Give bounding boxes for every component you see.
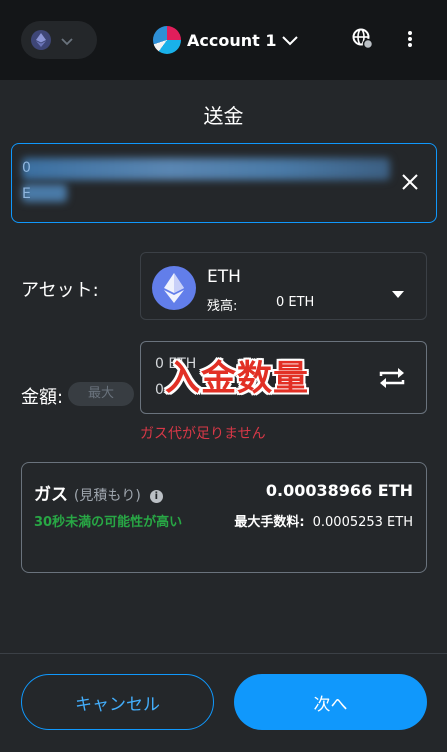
asset-label: アセット: (21, 280, 99, 301)
max-fee-row: 最大手数料: 0.0005253 ETH (234, 511, 413, 530)
annotation-overlay: 入金数量 (165, 359, 310, 399)
kebab-menu-icon[interactable] (405, 28, 415, 54)
amount-input[interactable]: 0 ETH 0 入金数量 (140, 341, 427, 414)
ethereum-icon (152, 266, 196, 310)
balance-value: 0 ETH (276, 295, 315, 310)
balance-label: 残高: (207, 299, 238, 314)
max-fee-value: 0.0005253 ETH (312, 515, 413, 530)
gas-fee-card: ガス (見積もり) i 0.00038966 ETH 30秒未満の可能性が高い … (21, 462, 427, 573)
account-avatar (153, 26, 181, 54)
chevron-down-icon (282, 31, 299, 50)
obscured-address (22, 158, 390, 180)
amount-converted-value: 0 (155, 382, 164, 398)
footer-divider (0, 653, 447, 654)
gas-likelihood: 30秒未満の可能性が高い (34, 515, 183, 530)
gas-title-row: ガス (見積もり) i (34, 480, 163, 505)
chevron-down-icon (61, 31, 73, 50)
account-selector[interactable]: Account 1 (153, 25, 299, 55)
globe-status-icon[interactable] (352, 28, 374, 54)
gas-title: ガス (34, 485, 68, 505)
next-button[interactable]: 次へ (234, 674, 427, 730)
gas-subtitle: (見積もり) (73, 488, 141, 504)
asset-name: ETH (207, 267, 241, 287)
ethereum-icon (31, 30, 51, 50)
account-name: Account 1 (187, 30, 277, 50)
cancel-button[interactable]: キャンセル (21, 674, 214, 730)
insufficient-gas-error: ガス代が足りません (140, 426, 266, 442)
page-title: 送金 (203, 104, 244, 128)
asset-selector[interactable]: ETH 残高: 0 ETH (140, 252, 427, 320)
recipient-address-field[interactable]: 0 E (11, 143, 437, 223)
info-icon[interactable]: i (149, 490, 163, 503)
network-selector[interactable] (21, 21, 97, 59)
address-prefix: 0 (22, 160, 31, 176)
max-fee-label: 最大手数料: (234, 515, 305, 530)
close-icon[interactable] (400, 172, 420, 196)
app-header: Account 1 (0, 0, 447, 80)
gas-amount: 0.00038966 ETH (265, 481, 413, 500)
max-button[interactable]: 最大 (68, 382, 134, 406)
address-prefix: E (22, 186, 31, 202)
caret-down-icon (392, 284, 404, 303)
swap-icon[interactable] (378, 367, 406, 393)
amount-label: 金額: (21, 387, 64, 408)
